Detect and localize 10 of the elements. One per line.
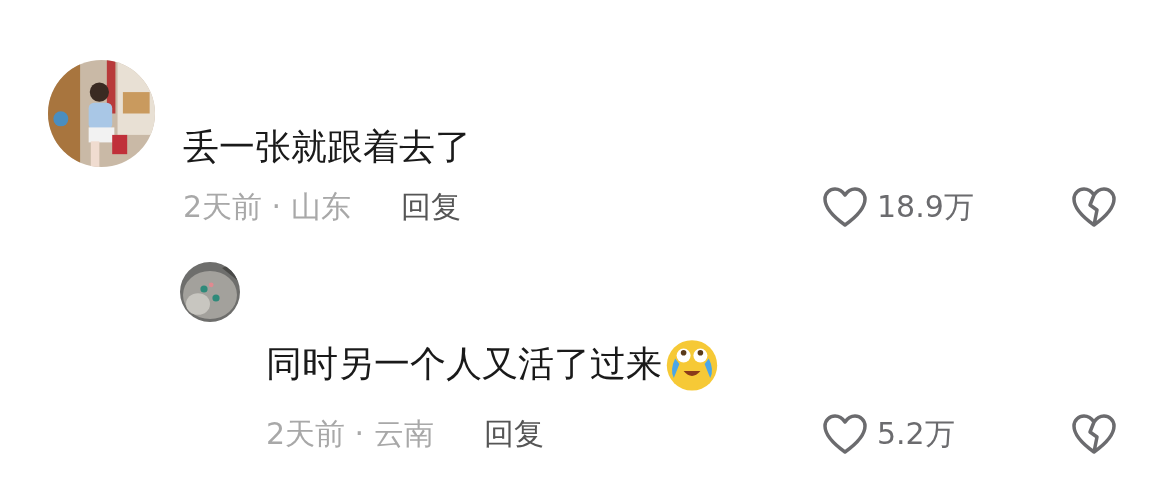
like-count: 18.9万 (877, 188, 975, 226)
comment-meta: 2天前 · 云南 (266, 415, 434, 453)
reply-link[interactable]: 回复 (400, 187, 461, 227)
reply-link[interactable]: 回复 (483, 414, 544, 454)
comment-meta: 2天前 · 山东 (183, 188, 351, 226)
like-icon[interactable] (821, 412, 869, 456)
comment-text: 同时另一个人又活了过来 (266, 342, 662, 386)
comment-text: 丢一张就跟着去了 (183, 125, 471, 169)
like-count: 5.2万 (877, 415, 956, 453)
like-icon[interactable] (821, 185, 869, 229)
